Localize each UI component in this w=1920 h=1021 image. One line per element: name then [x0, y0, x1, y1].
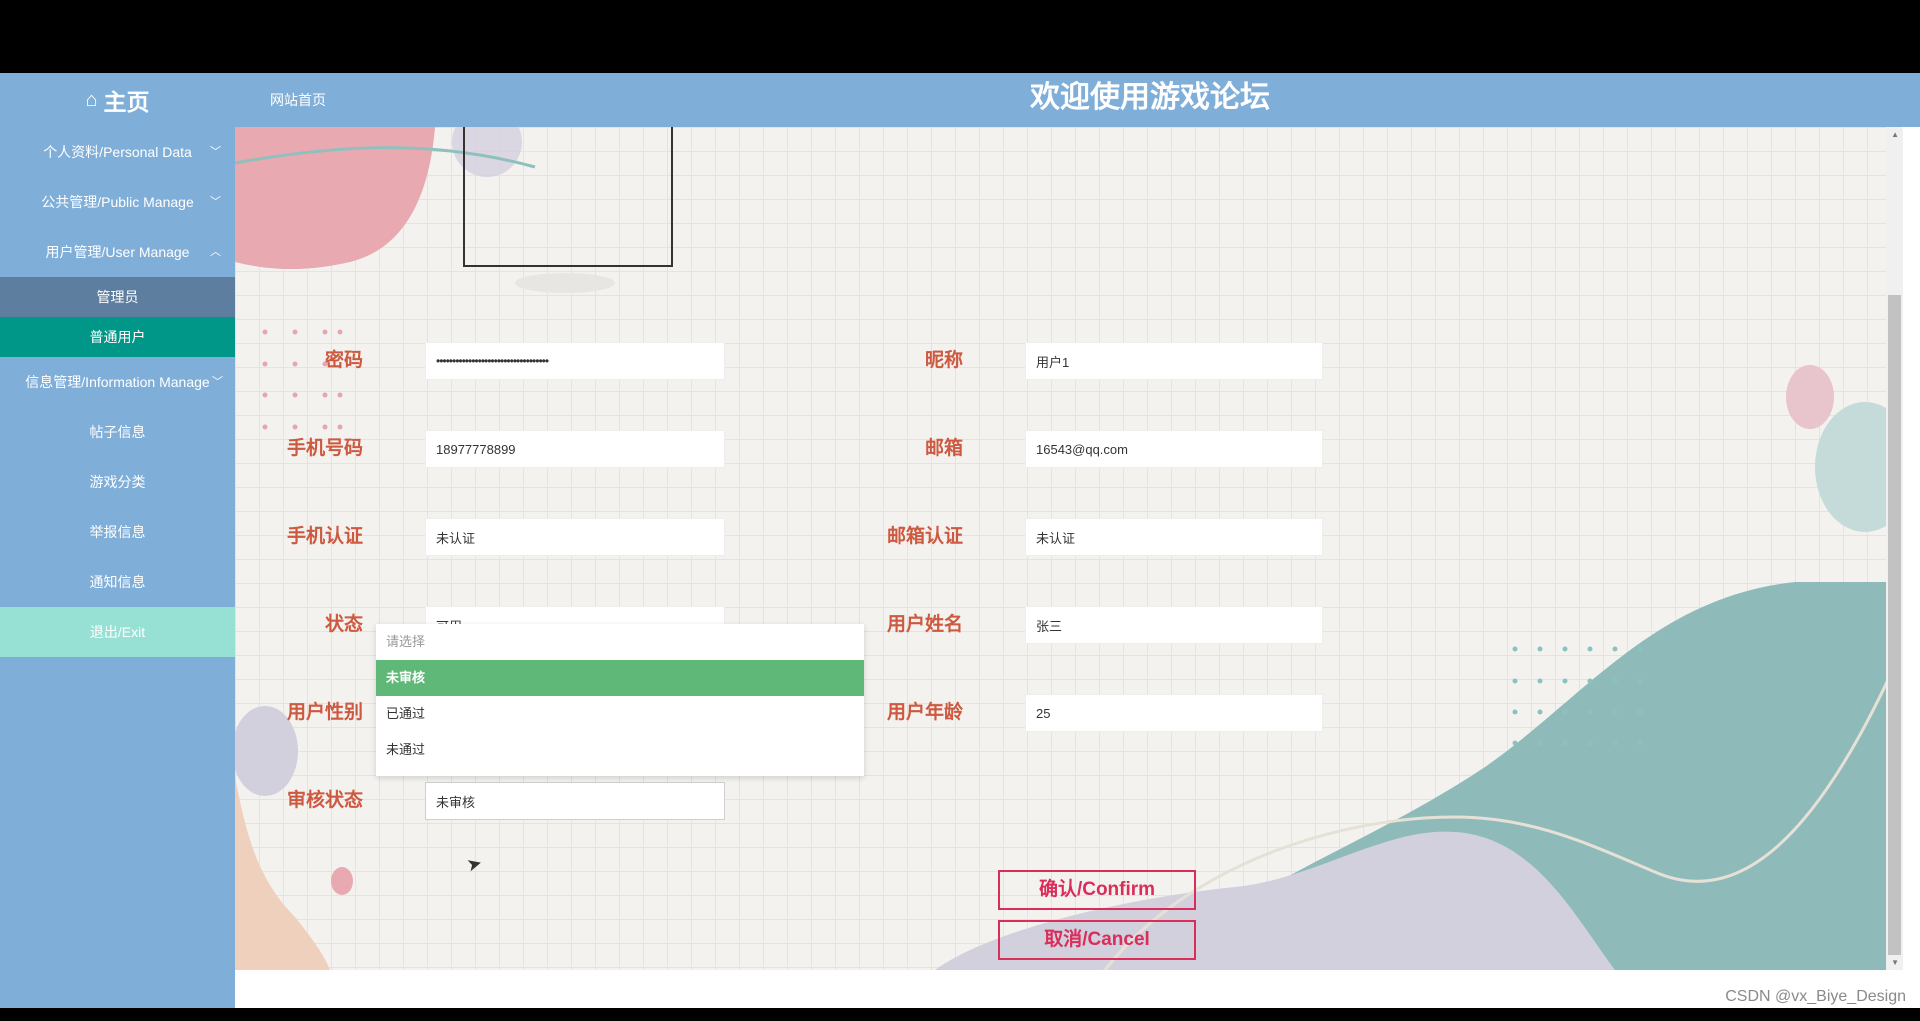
dropdown-option-placeholder[interactable]: 请选择 — [376, 624, 864, 660]
audit-status-select[interactable] — [425, 782, 725, 820]
sidebar-subitem-admin[interactable]: 管理员 — [0, 277, 235, 317]
email-verify-field[interactable] — [1025, 518, 1323, 556]
chevron-down-icon: ﹀ — [210, 146, 221, 158]
age-field[interactable] — [1025, 694, 1323, 732]
chevron-down-icon: ﹀ — [212, 376, 223, 388]
gender-label: 用户性别 — [286, 702, 363, 723]
top-header: ⌂ 主页 网站首页 欢迎使用游戏论坛 — [0, 73, 1920, 127]
sidebar-item-user-manage[interactable]: 用户管理/User Manage ︿ — [0, 227, 235, 277]
real-name-field[interactable] — [1025, 606, 1323, 644]
sidebar-subitem-normal-user[interactable]: 普通用户 — [0, 317, 235, 357]
real-name-label: 用户姓名 — [886, 614, 963, 635]
phone-label: 手机号码 — [286, 438, 363, 459]
sidebar-item-reports[interactable]: 举报信息 — [0, 507, 235, 557]
sidebar: 个人资料/Personal Data ﹀ 公共管理/Public Manage … — [0, 127, 235, 1008]
phone-field[interactable] — [425, 430, 725, 468]
vertical-scrollbar[interactable]: ▲ ▼ — [1886, 127, 1903, 970]
sidebar-item-label: 个人资料/Personal Data — [43, 144, 192, 160]
scroll-up-icon[interactable]: ▲ — [1891, 130, 1899, 139]
audit-status-dropdown: 请选择 未审核 已通过 未通过 — [376, 624, 864, 776]
cancel-button[interactable]: 取消/Cancel — [998, 920, 1196, 960]
nickname-field[interactable] — [1025, 342, 1323, 380]
sidebar-item-exit[interactable]: 退出/Exit — [0, 607, 235, 657]
dropdown-option-unreviewed[interactable]: 未审核 — [376, 660, 864, 696]
phone-verify-field[interactable] — [425, 518, 725, 556]
avatar-image-frame — [463, 127, 673, 267]
sidebar-item-label: 信息管理/Information Manage — [25, 374, 210, 390]
dropdown-option-approved[interactable]: 已通过 — [376, 696, 864, 732]
chevron-up-icon: ︿ — [210, 246, 221, 258]
age-label: 用户年龄 — [886, 702, 963, 723]
home-icon: ⌂ — [85, 88, 98, 111]
scroll-down-icon[interactable]: ▼ — [1891, 958, 1899, 967]
app-window: ⌂ 主页 网站首页 欢迎使用游戏论坛 个人资料/Personal Data ﹀ … — [0, 0, 1920, 1021]
sidebar-item-personal-data[interactable]: 个人资料/Personal Data ﹀ — [0, 127, 235, 177]
status-label: 状态 — [324, 614, 363, 635]
password-label: 密码 — [324, 350, 363, 371]
home-title[interactable]: ⌂ 主页 — [0, 73, 235, 127]
form-canvas: 密码 手机号码 手机认证 状态 用户性别 审核状态 昵称 邮箱 邮箱认证 用户姓… — [235, 127, 1903, 970]
sidebar-item-game-categories[interactable]: 游戏分类 — [0, 457, 235, 507]
watermark: CSDN @vx_Biye_Design — [1725, 988, 1906, 1005]
confirm-button[interactable]: 确认/Confirm — [998, 870, 1196, 910]
email-verify-label: 邮箱认证 — [886, 526, 963, 547]
site-home-link[interactable]: 网站首页 — [270, 73, 326, 127]
dropdown-option-rejected[interactable]: 未通过 — [376, 732, 864, 768]
chevron-down-icon: ﹀ — [210, 196, 221, 208]
phone-verify-label: 手机认证 — [286, 526, 363, 547]
sidebar-item-posts[interactable]: 帖子信息 — [0, 407, 235, 457]
email-label: 邮箱 — [924, 438, 963, 459]
sidebar-item-information-manage[interactable]: 信息管理/Information Manage ﹀ — [0, 357, 235, 407]
nickname-label: 昵称 — [924, 350, 963, 371]
sidebar-item-label: 公共管理/Public Manage — [41, 194, 194, 210]
sidebar-item-label: 用户管理/User Manage — [45, 244, 190, 260]
sidebar-item-notices[interactable]: 通知信息 — [0, 557, 235, 607]
main-content: 密码 手机号码 手机认证 状态 用户性别 审核状态 昵称 邮箱 邮箱认证 用户姓… — [235, 127, 1920, 1008]
audit-status-label: 审核状态 — [286, 790, 363, 811]
password-field[interactable] — [425, 342, 725, 380]
home-title-label: 主页 — [103, 89, 150, 115]
scrollbar-thumb[interactable] — [1888, 295, 1901, 955]
app-title: 欢迎使用游戏论坛 — [1030, 81, 1270, 114]
sidebar-item-public-manage[interactable]: 公共管理/Public Manage ﹀ — [0, 177, 235, 227]
email-field[interactable] — [1025, 430, 1323, 468]
